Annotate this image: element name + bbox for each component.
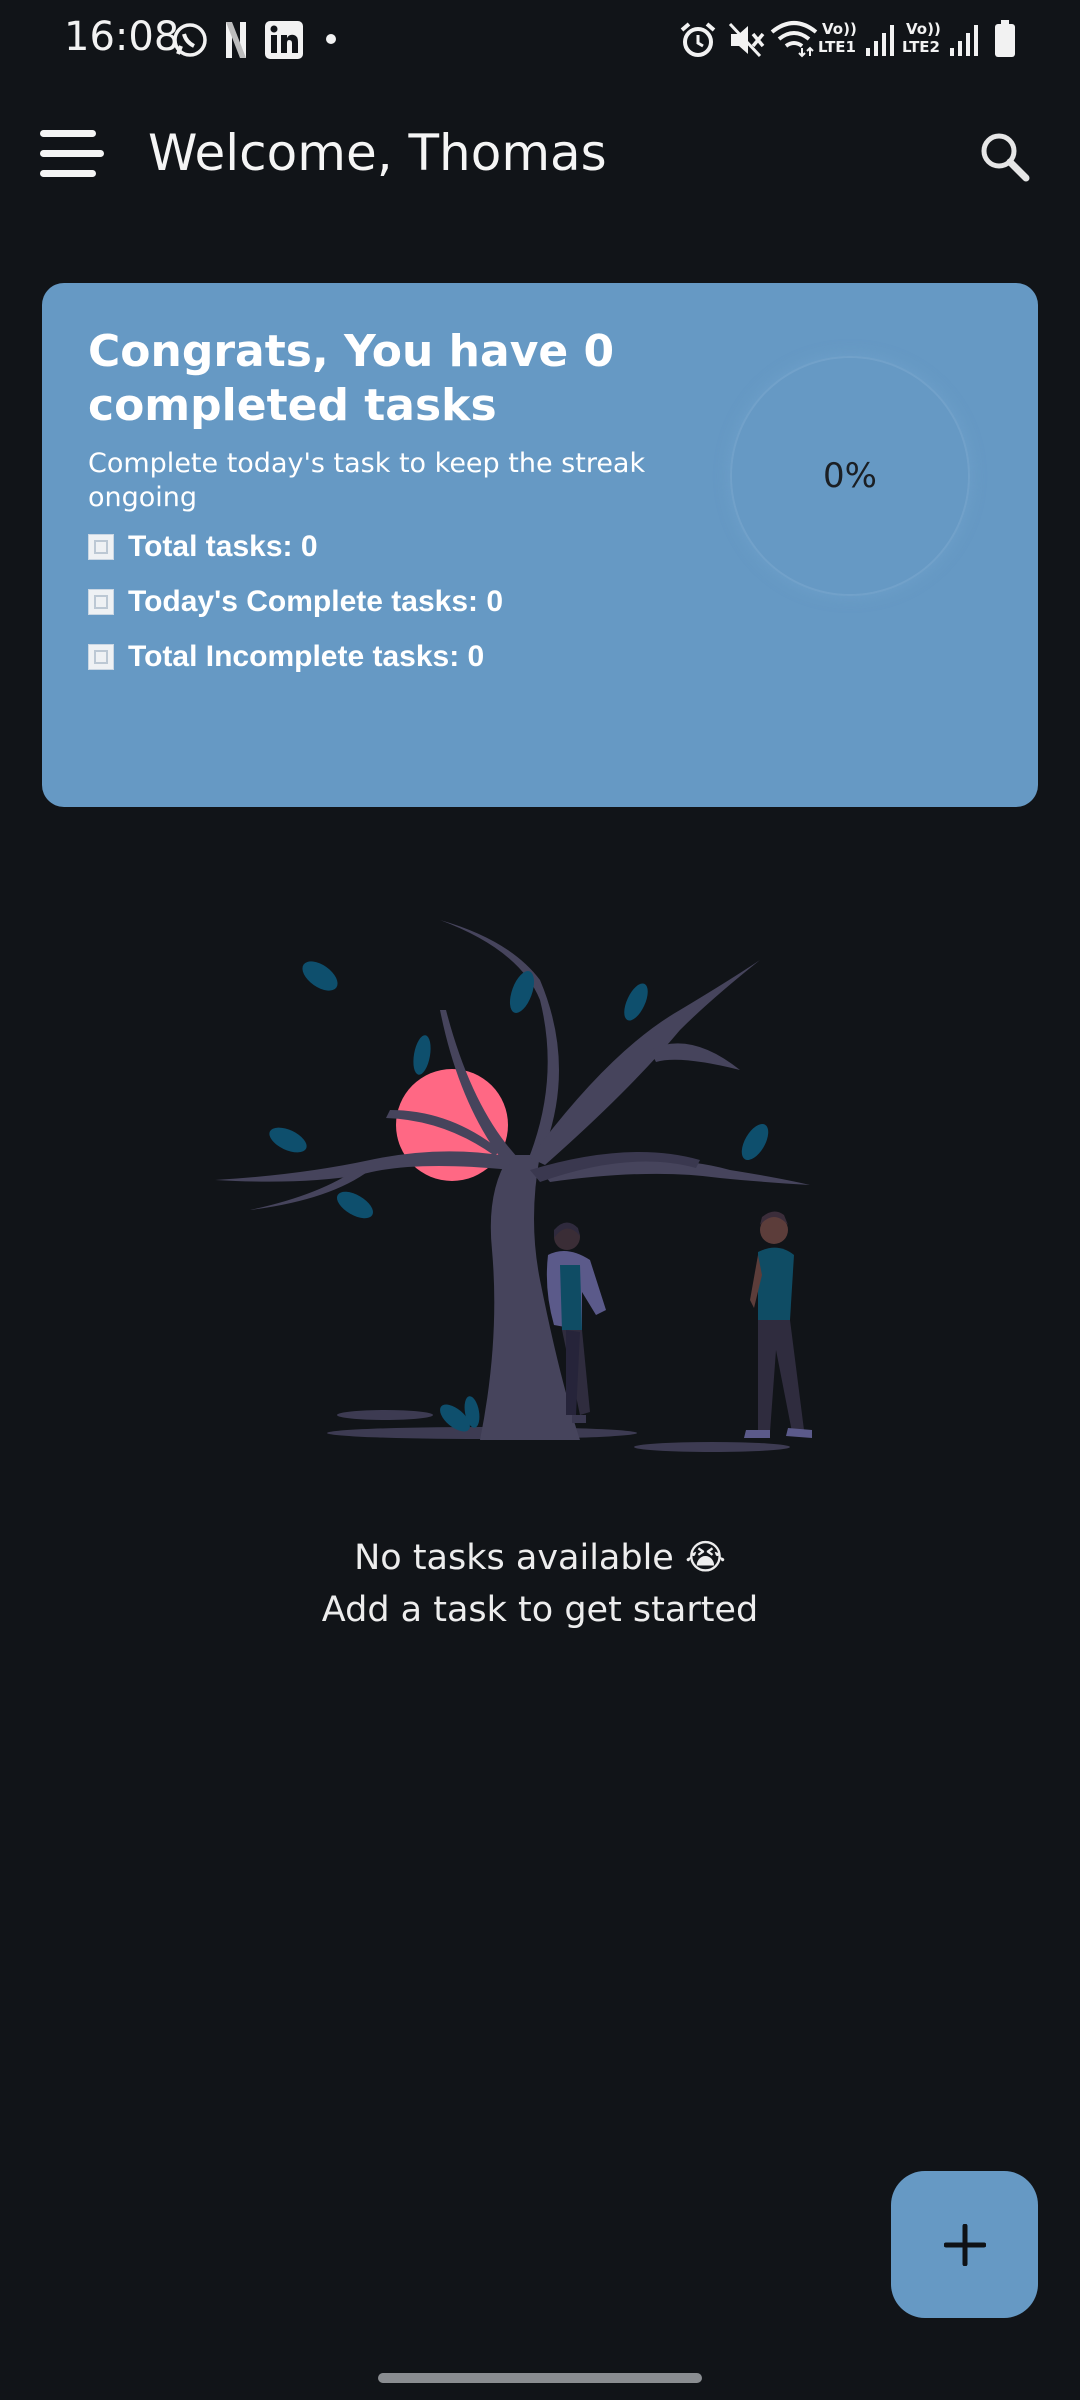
stat-label: Total Incomplete tasks: 0	[128, 640, 485, 673]
battery-icon	[995, 20, 1015, 57]
alarm-icon	[680, 22, 716, 57]
linkedin-icon	[265, 21, 303, 59]
stat-total-incomplete: Total Incomplete tasks: 0	[88, 637, 484, 677]
stat-bullet-icon	[88, 589, 114, 615]
search-icon[interactable]	[978, 130, 1030, 182]
stat-total-tasks: Total tasks: 0	[88, 527, 318, 567]
stat-label: Total tasks: 0	[128, 530, 318, 563]
stat-today-complete: Today's Complete tasks: 0	[88, 582, 503, 622]
add-task-button[interactable]	[891, 2171, 1038, 2318]
stat-label: Today's Complete tasks: 0	[128, 585, 504, 618]
mute-icon	[728, 22, 765, 58]
plus-icon	[943, 2223, 986, 2266]
status-bar: 16:08 Vo)) LTE1 Vo)) LTE2	[0, 0, 1080, 80]
wifi-icon	[770, 21, 818, 58]
progress-percent: 0%	[823, 456, 877, 496]
empty-state-illustration	[215, 920, 812, 1452]
netflix-icon	[226, 22, 246, 58]
empty-state-subtitle: Add a task to get started	[321, 1590, 759, 1630]
sim2-label: Vo))	[906, 20, 941, 38]
sim2-network: LTE2	[902, 38, 940, 56]
page-title: Welcome, Thomas	[148, 124, 607, 182]
dot-icon	[326, 34, 336, 44]
stat-bullet-icon	[88, 534, 114, 560]
stat-bullet-icon	[88, 644, 114, 670]
menu-icon[interactable]	[40, 130, 104, 184]
task-summary-card: Congrats, You have 0 completed tasks Com…	[42, 283, 1038, 807]
card-title: Congrats, You have 0 completed tasks	[88, 326, 615, 431]
sim1-label: Vo))	[822, 20, 857, 38]
sim1-network: LTE1	[818, 38, 856, 56]
card-subtitle: Complete today's task to keep the streak…	[88, 448, 646, 513]
whatsapp-icon	[173, 23, 207, 57]
home-indicator[interactable]	[378, 2373, 702, 2383]
signal-icon	[866, 25, 894, 56]
progress-ring: 0%	[732, 358, 968, 594]
status-time: 16:08	[64, 14, 180, 60]
signal-icon	[950, 25, 978, 56]
empty-state-title: No tasks available 😭	[354, 1538, 726, 1578]
